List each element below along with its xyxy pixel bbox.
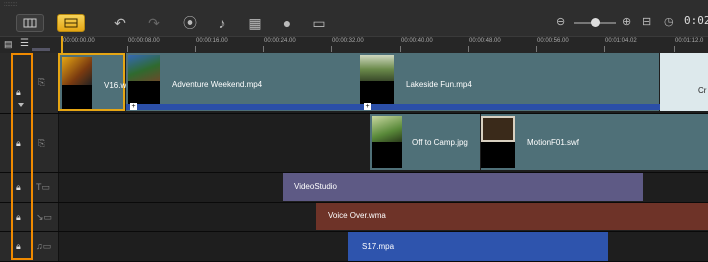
chapter-list-icon[interactable]: ☰	[20, 38, 29, 49]
voice-track-icon: ↘▭	[36, 212, 53, 222]
transition-add-icon[interactable]: +	[130, 103, 137, 110]
film-strip-icon	[23, 18, 37, 28]
video-clip[interactable]: V16.w	[58, 53, 127, 111]
video-clip[interactable]: Cr	[660, 53, 708, 111]
ruler-tick	[468, 46, 469, 52]
record-capture-icon[interactable]: ⦿	[180, 14, 200, 32]
ruler-tick-label: 00:01:04.02	[605, 38, 637, 44]
ruler-tick-label: 00:00:08.00	[128, 38, 160, 44]
redo-icon[interactable]: ↷	[144, 14, 164, 32]
clip-label: MotionF01.swf	[527, 138, 580, 147]
clip-thumbnail-strip	[481, 142, 515, 168]
subtitle-editor-icon[interactable]: ▭	[309, 14, 329, 32]
video-track: 🔒︎ ⎘ V16.w Adventure Weekend.mp4 Lakesid…	[0, 53, 708, 114]
timeline-view-button[interactable]	[57, 14, 85, 32]
clip-label: Off to Camp.jpg	[412, 138, 468, 147]
clip-label: VideoStudio	[294, 182, 337, 191]
title-track: 🔒︎ T▭ VideoStudio	[0, 173, 708, 203]
ruler-tick	[331, 46, 332, 52]
voice-track: 🔒︎ ↘▭ Voice Over.wma	[0, 203, 708, 232]
ruler-tick	[263, 46, 264, 52]
ruler-tick-label: 00:00:00.00	[63, 38, 95, 44]
ruler-tick	[536, 46, 537, 52]
title-track-icon: T▭	[36, 182, 51, 192]
ruler-tick	[127, 46, 128, 52]
ruler-tick-label: 00:01:12.0	[675, 38, 704, 44]
clip-thumbnail	[360, 55, 394, 81]
clip-thumbnail	[128, 55, 160, 81]
track-manager-icon[interactable]: ▤	[4, 39, 13, 50]
ruler-tick	[604, 46, 605, 52]
top-toolbar: :::::::: ↶ ↷ ⦿ ♪ ▦ ● ▭ ⊖ ⊕ ⊟ ◷ 0:02:	[0, 0, 708, 36]
fit-project-icon[interactable]: ⊟	[642, 15, 651, 28]
motion-tracking-icon[interactable]: ●	[277, 14, 297, 32]
zoom-slider-handle[interactable]	[591, 18, 600, 27]
ruler-tick-label: 00:00:56.00	[537, 38, 569, 44]
timeline-icon	[64, 18, 78, 28]
clip-thumbnail-strip	[372, 142, 402, 168]
timecode-readout: 0:02:	[684, 14, 708, 27]
ruler-marker	[32, 48, 50, 51]
clip-label: S17.mpa	[362, 242, 395, 251]
lock-column-highlight	[11, 53, 33, 260]
clip-label: Lakeside Fun.mp4	[406, 80, 472, 89]
video-clip[interactable]: Adventure Weekend.mp4	[126, 53, 360, 111]
transition-bar	[126, 104, 660, 110]
clip-thumbnail	[372, 116, 402, 142]
transition-add-icon[interactable]: +	[364, 103, 371, 110]
clip-thumbnail	[481, 116, 515, 142]
ruler-tick-label: 00:00:48.00	[469, 38, 501, 44]
clip-label: Cr	[698, 86, 707, 95]
video-clip[interactable]: Lakeside Fun.mp4	[360, 53, 659, 111]
overlay-clip[interactable]: MotionF01.swf	[481, 114, 708, 170]
ruler-tick-label: 00:00:16.00	[196, 38, 228, 44]
title-clip[interactable]: VideoStudio	[283, 173, 643, 201]
zoom-in-icon[interactable]: ⊕	[622, 15, 631, 28]
video-track-icon: ⎘	[38, 77, 46, 87]
music-track: 🔒︎ ♫▭ S17.mpa	[0, 232, 708, 262]
ruler-tick	[674, 46, 675, 52]
undo-icon[interactable]: ↶	[110, 14, 130, 32]
clip-thumbnail	[62, 57, 92, 85]
ruler-tick-label: 00:00:40.00	[401, 38, 433, 44]
clip-label: Voice Over.wma	[328, 211, 386, 220]
sound-mixer-icon[interactable]: ♪	[212, 14, 232, 32]
zoom-out-icon[interactable]: ⊖	[556, 15, 565, 28]
ruler-tick	[400, 46, 401, 52]
overlay-track: 🔒︎ ⎘ Off to Camp.jpg MotionF01.swf	[0, 114, 708, 173]
ruler-tick-label: 00:00:24.00	[264, 38, 296, 44]
panel-grip-icon[interactable]: ::::::::	[4, 2, 17, 8]
ruler-tick-label: 00:00:32.00	[332, 38, 364, 44]
clip-label: Adventure Weekend.mp4	[172, 80, 263, 89]
voice-clip[interactable]: Voice Over.wma	[316, 203, 708, 230]
clock-icon: ◷	[664, 16, 674, 28]
storyboard-view-button[interactable]	[16, 14, 44, 32]
clip-label: V16.w	[104, 81, 127, 90]
music-clip[interactable]: S17.mpa	[348, 232, 608, 261]
auto-music-icon[interactable]: ▦	[245, 14, 265, 32]
overlay-clip[interactable]: Off to Camp.jpg	[370, 114, 480, 170]
music-track-icon: ♫▭	[36, 241, 52, 251]
ruler-tick	[195, 46, 196, 52]
overlay-track-icon: ⎘	[38, 138, 46, 148]
timeline-ruler[interactable]: ▤ ☰ 00:00:00.00 00:00:08.00 00:00:16.00 …	[0, 36, 708, 54]
clip-thumbnail-strip	[62, 85, 92, 109]
